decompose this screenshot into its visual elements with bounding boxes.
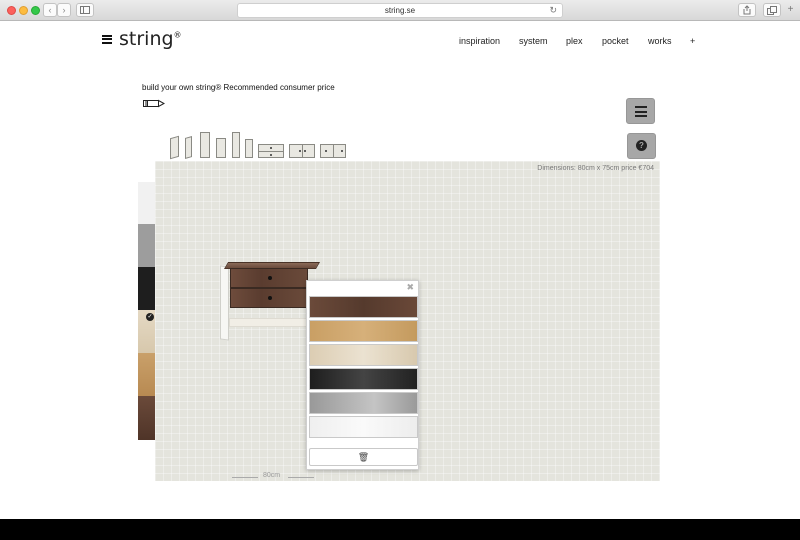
share-icon: [743, 5, 751, 15]
chevron-left-icon: ‹: [48, 5, 52, 15]
builder-title: build your own string® Recommended consu…: [142, 83, 335, 92]
list-icon: [635, 106, 647, 117]
shelf-side-panel[interactable]: [220, 265, 229, 341]
tabs-icon: [767, 6, 777, 15]
part-shelf-small[interactable]: [245, 139, 253, 158]
new-tab-button[interactable]: +: [785, 5, 796, 16]
wall-color-strip: ✓: [138, 182, 155, 440]
drawer-lower[interactable]: [230, 288, 308, 308]
swatch-grey[interactable]: [138, 224, 155, 267]
width-measurement: 80cm: [230, 472, 316, 482]
color-option-walnut[interactable]: [309, 296, 418, 318]
width-label: 80cm: [263, 472, 281, 479]
part-shelf-tall[interactable]: [200, 132, 210, 158]
browser-window: ‹ › string.se ↻ + string® inspiration sy…: [0, 0, 800, 519]
drawer-knob: [268, 276, 272, 280]
shelf-board[interactable]: [229, 318, 309, 327]
help-button[interactable]: ?: [627, 133, 656, 159]
reload-icon[interactable]: ↻: [549, 4, 557, 17]
nav-inspiration[interactable]: inspiration: [459, 36, 500, 46]
site-logo[interactable]: string®: [102, 28, 182, 50]
swatch-ash[interactable]: ✓: [138, 310, 155, 353]
sidebar-icon: [80, 6, 90, 14]
part-door-cabinet[interactable]: [320, 144, 346, 158]
color-option-oak[interactable]: [309, 320, 418, 342]
part-sliding-door-cabinet[interactable]: [289, 144, 315, 158]
swatch-black[interactable]: [138, 267, 155, 310]
delete-button[interactable]: 🗑: [309, 448, 418, 466]
dimensions-price-label: Dimensions: 80cm x 75cm price €704: [537, 165, 654, 172]
part-shelf-medium[interactable]: [216, 138, 226, 158]
nav-pocket[interactable]: pocket: [602, 36, 629, 46]
part-shelf-tall-2[interactable]: [232, 132, 240, 158]
share-button[interactable]: [738, 3, 756, 17]
color-option-grey[interactable]: [309, 392, 418, 414]
address-bar[interactable]: string.se ↻: [237, 3, 563, 18]
check-icon: ✓: [146, 313, 154, 321]
drawer-knob: [268, 296, 272, 300]
close-window-button[interactable]: [7, 6, 16, 15]
swatch-oak[interactable]: [138, 353, 155, 396]
hamburger-icon[interactable]: [102, 34, 112, 44]
zoom-window-button[interactable]: [31, 6, 40, 15]
part-side-panel-short[interactable]: [185, 136, 192, 159]
forward-button[interactable]: ›: [57, 3, 71, 17]
color-option-ash[interactable]: [309, 344, 418, 366]
browser-toolbar: ‹ › string.se ↻ +: [0, 0, 800, 21]
back-button[interactable]: ‹: [43, 3, 57, 17]
chevron-right-icon: ›: [62, 5, 66, 15]
trash-icon: 🗑: [357, 452, 370, 462]
close-icon[interactable]: ✖: [406, 282, 414, 293]
minimize-window-button[interactable]: [19, 6, 28, 15]
nav-more[interactable]: +: [690, 36, 695, 46]
color-option-black[interactable]: [309, 368, 418, 390]
nav-plex[interactable]: plex: [566, 36, 583, 46]
color-picker-popup: ✖ 🗑: [306, 280, 419, 470]
swatch-white[interactable]: [138, 182, 155, 224]
tabs-button[interactable]: [763, 3, 781, 17]
color-option-white[interactable]: [309, 416, 418, 438]
nav-system[interactable]: system: [519, 36, 548, 46]
pencil-icon[interactable]: [143, 99, 165, 108]
menu-button[interactable]: [626, 98, 655, 124]
logo-text: string®: [119, 28, 182, 50]
part-side-panel-tall[interactable]: [170, 135, 179, 160]
plus-icon: +: [787, 4, 794, 15]
sidebar-button[interactable]: [76, 3, 94, 17]
nav-works[interactable]: works: [648, 36, 672, 46]
question-icon: ?: [636, 140, 647, 151]
swatch-walnut[interactable]: [138, 396, 155, 440]
url-text: string.se: [384, 6, 416, 15]
part-drawer-cabinet[interactable]: [258, 144, 284, 158]
drawer-upper[interactable]: [230, 268, 308, 288]
